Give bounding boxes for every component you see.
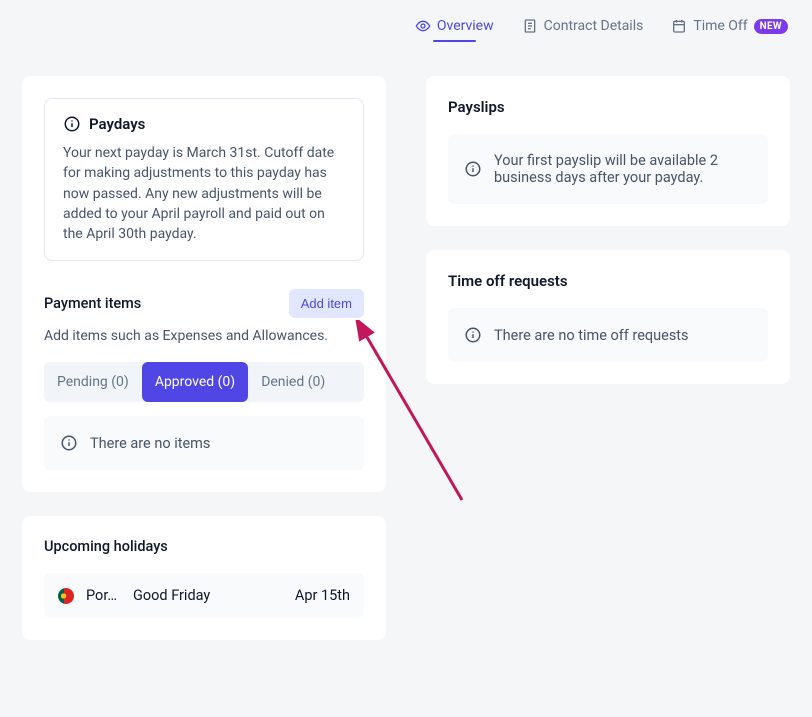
holidays-card: Upcoming holidays Por… Good Friday Apr 1… xyxy=(22,516,386,640)
eye-icon xyxy=(415,18,431,34)
pill-denied[interactable]: Denied (0) xyxy=(248,362,338,402)
payment-items-empty: There are no items xyxy=(44,416,364,470)
payslips-card: Payslips Your first payslip will be avai… xyxy=(426,76,790,226)
payment-items-subtitle: Add items such as Expenses and Allowance… xyxy=(44,328,364,344)
payslips-empty-text: Your first payslip will be available 2 b… xyxy=(494,152,752,186)
tab-overview-label: Overview xyxy=(437,18,494,34)
paydays-and-items-card: Paydays Your next payday is March 31st. … xyxy=(22,76,386,492)
pill-approved[interactable]: Approved (0) xyxy=(142,362,248,402)
new-badge: NEW xyxy=(754,19,788,34)
top-tabs: Overview Contract Details Time Off NEW xyxy=(0,0,812,46)
timeoff-card: Time off requests There are no time off … xyxy=(426,250,790,384)
add-item-button[interactable]: Add item xyxy=(289,289,364,318)
timeoff-empty: There are no time off requests xyxy=(448,308,768,362)
payslips-title: Payslips xyxy=(448,98,768,116)
holiday-date: Apr 15th xyxy=(295,587,350,604)
portugal-flag-icon xyxy=(58,588,74,604)
payment-items-tabs: Pending (0) Approved (0) Denied (0) xyxy=(44,362,364,402)
tab-overview[interactable]: Overview xyxy=(415,18,494,46)
page-body: Paydays Your next payday is March 31st. … xyxy=(0,46,812,664)
paydays-notice: Paydays Your next payday is March 31st. … xyxy=(44,98,364,261)
info-icon xyxy=(464,326,482,344)
payment-items-head: Payment items Add item xyxy=(44,289,364,318)
timeoff-title: Time off requests xyxy=(448,272,768,290)
tab-time-off[interactable]: Time Off NEW xyxy=(671,18,788,46)
timeoff-empty-text: There are no time off requests xyxy=(494,327,689,344)
paydays-title: Paydays xyxy=(89,115,145,133)
info-icon xyxy=(63,115,81,133)
info-icon xyxy=(60,434,78,452)
info-icon xyxy=(464,160,482,178)
payment-items-empty-text: There are no items xyxy=(90,435,210,452)
left-column: Paydays Your next payday is March 31st. … xyxy=(22,76,386,664)
right-column: Payslips Your first payslip will be avai… xyxy=(426,76,790,664)
tab-contract-details[interactable]: Contract Details xyxy=(522,18,644,46)
calendar-icon xyxy=(671,18,687,34)
tab-contract-label: Contract Details xyxy=(544,18,644,34)
tab-timeoff-label: Time Off xyxy=(693,18,747,34)
payslips-empty: Your first payslip will be available 2 b… xyxy=(448,134,768,204)
paydays-body: Your next payday is March 31st. Cutoff d… xyxy=(63,143,345,244)
document-icon xyxy=(522,18,538,34)
holiday-name: Good Friday xyxy=(133,587,283,604)
paydays-notice-head: Paydays xyxy=(63,115,345,133)
holidays-title: Upcoming holidays xyxy=(44,538,364,555)
pill-pending[interactable]: Pending (0) xyxy=(44,362,142,402)
holiday-row: Por… Good Friday Apr 15th xyxy=(44,573,364,618)
payment-items-title: Payment items xyxy=(44,295,141,312)
holiday-country: Por… xyxy=(86,587,121,604)
